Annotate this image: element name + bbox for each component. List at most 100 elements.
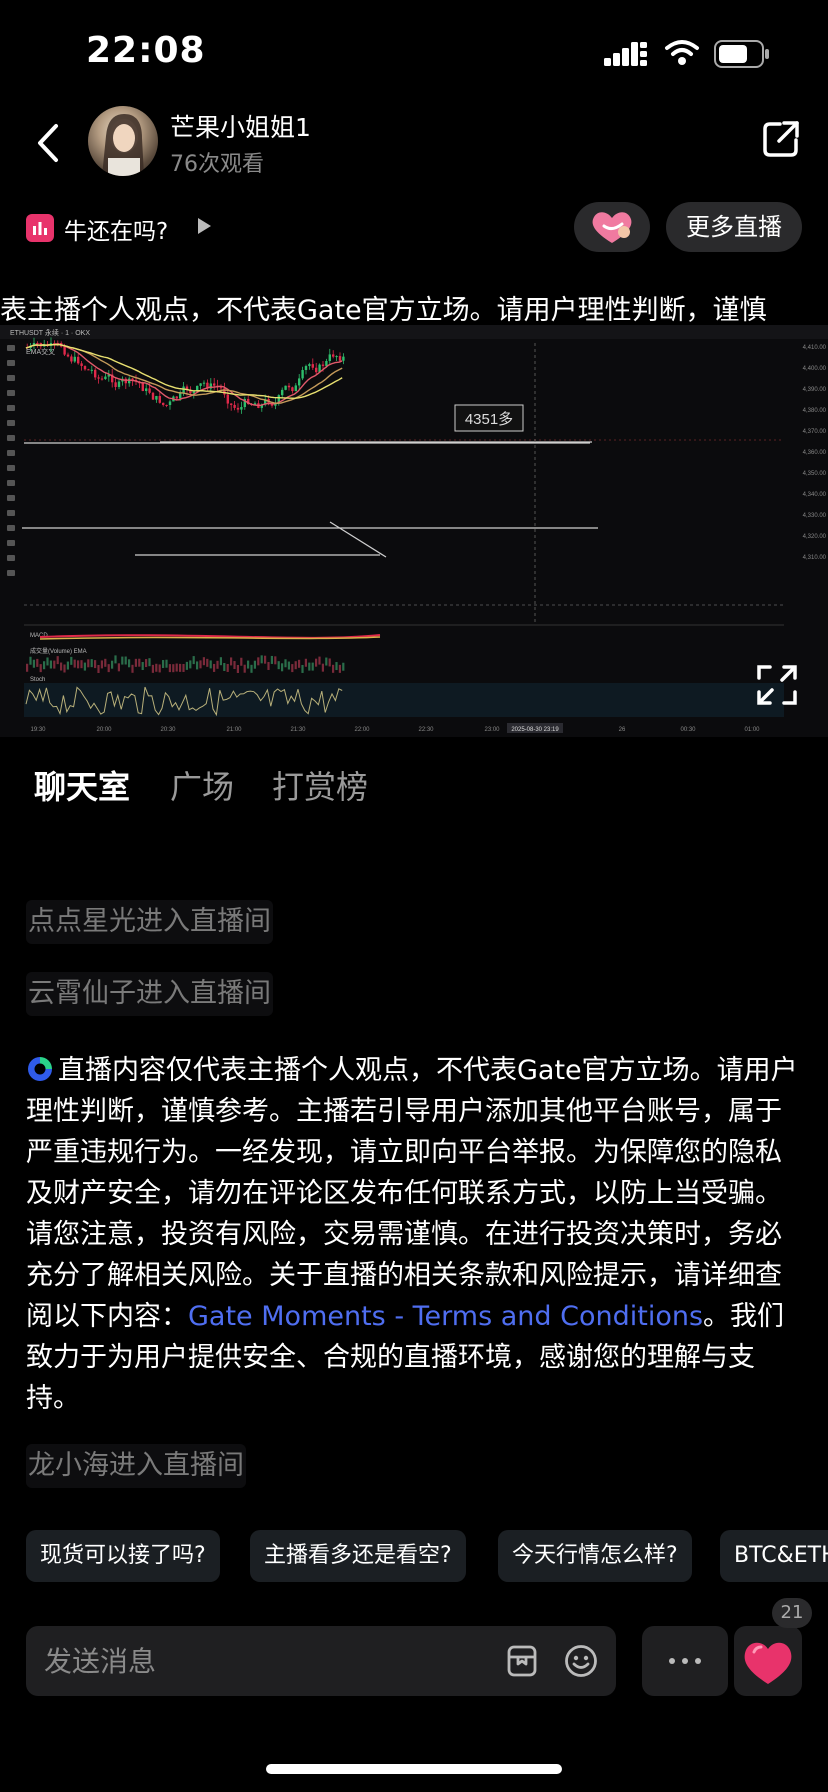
quick-question-chip[interactable]: BTC&ETH [720,1530,828,1582]
host-name[interactable]: 芒果小姐姐1 [170,108,311,144]
like-button[interactable] [734,1626,802,1696]
candle-body [66,354,70,357]
volume-bar [233,661,236,670]
drawing-tool-icon [7,540,15,546]
candle-body [73,356,76,362]
candle-body [236,407,240,410]
x-tick-label: 20:30 [160,727,176,733]
emoji-button[interactable] [564,1644,598,1678]
volume-bar [162,660,165,669]
volume-bar [315,658,318,667]
x-tick-label: 21:30 [290,727,306,733]
drawing-tool-icon [7,450,15,456]
tab-square[interactable]: 广场 [170,762,234,808]
drawing-tool-icon [7,345,15,351]
signal-icon [604,40,648,68]
x-tick-label: 22:00 [354,727,370,733]
more-live-button[interactable]: 更多直播 [666,202,802,252]
volume-bar [131,664,134,673]
home-indicator[interactable] [266,1764,562,1774]
back-button[interactable] [30,118,66,168]
live-stream-chart[interactable]: ETHUSDT 永续 · 1 · OKX EMA交叉 4,410.00 4,400.0… [0,325,828,737]
more-options-button[interactable] [642,1626,728,1696]
y-tick-label: 4,390.00 [803,387,827,393]
follow-heart-button[interactable] [574,202,650,252]
volume-bar [29,656,32,665]
drawing-tool-icon [7,465,15,471]
volume-bar [73,659,76,668]
volume-bar [63,664,66,673]
candle-body [151,392,155,400]
volume-bar [165,659,168,668]
quick-question-chip[interactable]: 今天行情怎么样? [498,1530,692,1582]
terms-link[interactable]: Gate Moments - Terms and Conditions [188,1301,703,1332]
more-dots-icon [669,1658,701,1664]
x-tick-label: 19:30 [30,727,46,733]
volume-bar [87,659,90,668]
volume-bar [32,659,35,668]
annotation-label: 4351多 [465,411,513,428]
drawing-tool-icon [7,525,15,531]
tab-tip-ranking[interactable]: 打赏榜 [272,762,368,808]
volume-bar [304,658,307,667]
volume-bar [36,658,39,667]
play-icon[interactable] [198,218,211,234]
share-button[interactable] [760,118,802,160]
candle-body [124,378,127,384]
message-input[interactable]: 发送消息 [44,1640,156,1680]
volume-bar [253,660,256,669]
volume-bar [318,656,321,665]
join-message: 云霄仙子进入直播间 [26,972,273,1016]
x-tick-label: 21:00 [226,727,242,733]
volume-bar [66,661,69,670]
gift-button[interactable] [506,1644,538,1678]
candle-body [148,388,151,393]
volume-bar [202,657,205,666]
host-avatar[interactable] [88,106,158,176]
price-chart: ETHUSDT 永续 · 1 · OKXEMA交叉4,410.004,400.0… [0,325,828,737]
x-tick-label: 2025-08-30 23:19 [511,727,559,733]
candle-body [162,402,165,405]
drawing-tool-icon [7,360,15,366]
candle-body [117,381,121,387]
volume-bar [216,660,219,669]
volume-bar [148,658,151,667]
fullscreen-button[interactable] [756,664,798,706]
volume-bar [53,660,56,669]
bar-chart-icon [26,214,54,242]
y-tick-label: 4,320.00 [803,534,827,540]
volume-bar [145,659,148,668]
tab-chat-room[interactable]: 聊天室 [34,762,130,808]
volume-bar [338,664,341,673]
volume-bar [257,657,260,666]
candle-body [240,407,243,410]
join-message: 龙小海进入直播间 [26,1444,246,1488]
live-topic-title[interactable]: 牛还在吗? [64,212,168,246]
volume-bar [80,660,83,669]
candle-body [145,388,148,392]
x-tick-label: 20:00 [96,727,112,733]
candle-body [301,370,304,379]
candle-body [335,356,338,358]
drawing-tool-icon [7,375,15,381]
x-tick-label: 22:30 [418,727,434,733]
candle-body [179,393,182,399]
volume-bar [223,662,226,671]
candle-body [141,383,144,392]
y-tick-label: 4,410.00 [803,345,827,351]
volume-bar [281,663,284,672]
candle-body [321,364,325,366]
quick-question-chip[interactable]: 主播看多还是看空? [250,1530,466,1582]
quick-question-chip[interactable]: 现货可以接了吗? [26,1530,220,1582]
volume-bar [107,664,110,673]
candle-body [97,377,100,379]
x-tick-label: 00:30 [680,727,696,733]
candle-body [338,356,342,361]
battery-icon [714,40,770,68]
volume-bar [39,664,42,673]
candle-body [284,385,287,390]
volume-bar [213,663,216,672]
y-tick-label: 4,370.00 [803,429,827,435]
y-tick-label: 4,400.00 [803,366,827,372]
candle-body [342,356,345,361]
